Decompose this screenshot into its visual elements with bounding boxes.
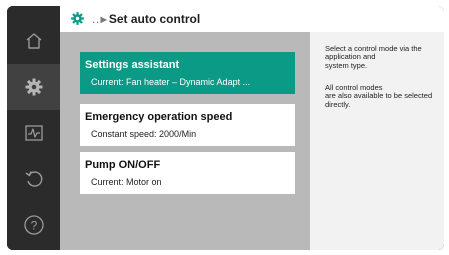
menu-item-emergency-operation-speed[interactable]: Emergency operation speed Constant speed… [80,104,295,146]
restore-icon [25,171,42,187]
sidebar-item-diagnostics[interactable] [7,110,60,156]
sidebar-item-help[interactable]: ? [7,202,60,248]
diagnostics-icon [24,125,43,141]
help-text-2: All control modes are also available to … [325,83,433,109]
header-bar: ..▶ Set auto control [60,6,444,32]
help-icon: ? [23,215,44,235]
menu-item-subtitle: Constant speed: 2000/Min [91,129,197,139]
svg-text:?: ? [30,219,37,233]
sidebar-item-settings[interactable] [7,64,60,110]
gear-icon [25,78,42,96]
device-screen: ? ..▶ Set auto control Settings assistan… [7,6,444,250]
sidebar: ? [7,6,60,250]
menu-list: Settings assistant Current: Fan heater –… [60,32,310,250]
breadcrumb-ellipsis[interactable]: .. [92,12,100,26]
gear-icon [71,12,84,25]
help-panel: Select a control mode via the applicatio… [310,32,444,250]
help-text-1: Select a control mode via the applicatio… [325,44,422,70]
breadcrumb: ..▶ Set auto control [92,12,200,26]
sidebar-item-home[interactable] [7,18,60,64]
menu-item-subtitle: Current: Motor on [91,177,162,187]
page-title: Set auto control [108,12,201,26]
menu-item-pump-on-off[interactable]: Pump ON/OFF Current: Motor on [80,152,295,194]
sidebar-item-restore[interactable] [7,156,60,202]
menu-item-subtitle: Current: Fan heater – Dynamic Adapt ... [91,77,251,87]
menu-item-title: Emergency operation speed [85,111,233,123]
menu-item-settings-assistant[interactable]: Settings assistant Current: Fan heater –… [80,52,295,94]
menu-item-title: Pump ON/OFF [85,159,161,171]
menu-item-title: Settings assistant [85,59,180,71]
home-icon [26,33,41,49]
breadcrumb-separator-icon: ▶ [100,15,107,24]
